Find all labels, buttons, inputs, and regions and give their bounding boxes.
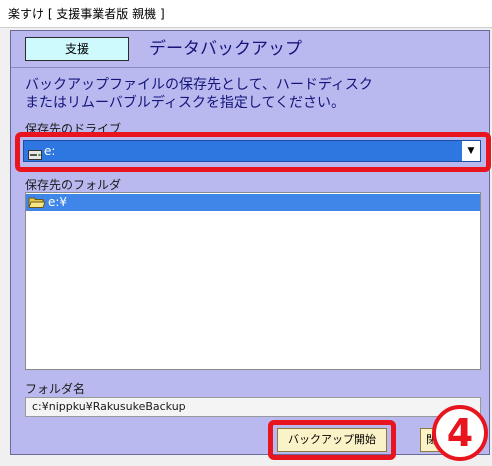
drive-select[interactable]: e: ▼ (23, 140, 481, 162)
folder-label: 保存先のフォルダ (25, 178, 122, 192)
chevron-down-icon[interactable]: ▼ (462, 141, 480, 161)
folder-list[interactable]: e:¥ (25, 192, 481, 370)
instructions-text: バックアップファイルの保存先として、ハードディスク またはリムーバブルディスクを… (25, 76, 480, 112)
drive-value: e: (44, 144, 56, 158)
section-badge: 支援 (25, 37, 129, 61)
folder-list-item[interactable]: e:¥ (26, 194, 480, 211)
step-number-badge: 4 (432, 405, 488, 461)
instructions-line-2: またはリムーバブルディスクを指定してください。 (25, 95, 346, 111)
instructions-line-1: バックアップファイルの保存先として、ハードディスク (25, 77, 373, 93)
folder-item-label: e:¥ (48, 195, 68, 209)
folder-name-label: フォルダ名 (25, 382, 86, 396)
folder-name-field[interactable]: c:¥nippku¥RakusukeBackup (25, 397, 481, 417)
backup-start-button[interactable]: バックアップ開始 (277, 428, 387, 452)
backup-panel: 支援 データバックアップ バックアップファイルの保存先として、ハードディスク ま… (10, 30, 491, 455)
panel-title: データバックアップ (149, 39, 302, 59)
app-window: 楽すけ [ 支援事業者版 親機 ] 支援 データバックアップ バックアップファイ… (0, 0, 492, 466)
open-folder-icon (28, 195, 46, 214)
panel-header: 支援 データバックアップ (11, 31, 489, 68)
drive-icon (28, 146, 42, 166)
window-title: 楽すけ [ 支援事業者版 親機 ] (0, 0, 492, 28)
